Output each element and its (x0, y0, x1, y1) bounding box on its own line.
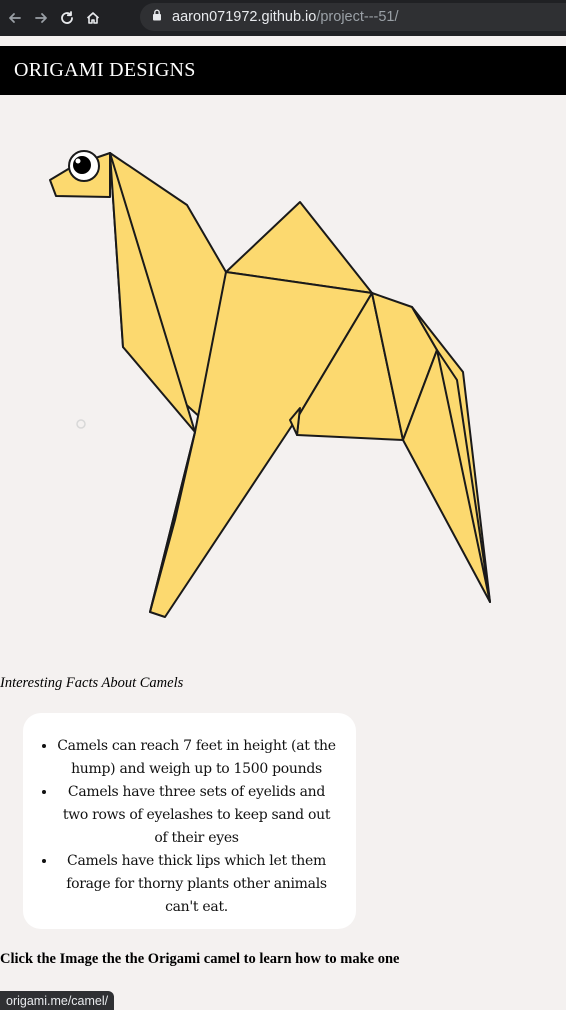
site-header: ORIGAMI DESIGNS (0, 46, 566, 95)
browser-toolbar: aaron071972.github.io/project---51/ (0, 0, 566, 36)
back-icon[interactable] (4, 7, 26, 29)
origami-camel-image (49, 150, 491, 618)
address-bar[interactable]: aaron071972.github.io/project---51/ (140, 3, 566, 31)
url-text: aaron071972.github.io/project---51/ (172, 9, 399, 25)
list-item: Camels can reach 7 feet in height (at th… (57, 735, 336, 781)
reload-icon[interactable] (56, 7, 78, 29)
call-to-action-text: Click the Image the the Origami camel to… (0, 951, 400, 967)
status-url: origami.me/camel/ (6, 993, 109, 1008)
url-path: /project---51/ (316, 9, 399, 25)
list-item: Camels have three sets of eyelids and tw… (57, 781, 336, 850)
home-icon[interactable] (82, 7, 104, 29)
list-item: Camels have thick lips which let them fo… (57, 850, 336, 919)
link-status-bar: origami.me/camel/ (0, 991, 115, 1010)
facts-card: Camels can reach 7 feet in height (at th… (23, 713, 356, 929)
facts-list: Camels can reach 7 feet in height (at th… (57, 735, 336, 919)
facts-heading: Interesting Facts About Camels (0, 675, 184, 691)
url-domain: aaron071972.github.io (172, 9, 317, 25)
forward-icon[interactable] (30, 7, 52, 29)
loading-spinner-icon (76, 419, 86, 429)
camel-eye-pupil (73, 156, 91, 174)
origami-camel-image-link[interactable] (40, 140, 510, 630)
page-title: ORIGAMI DESIGNS (14, 59, 196, 81)
camel-eye-shine (75, 158, 81, 164)
lock-icon (152, 8, 162, 26)
